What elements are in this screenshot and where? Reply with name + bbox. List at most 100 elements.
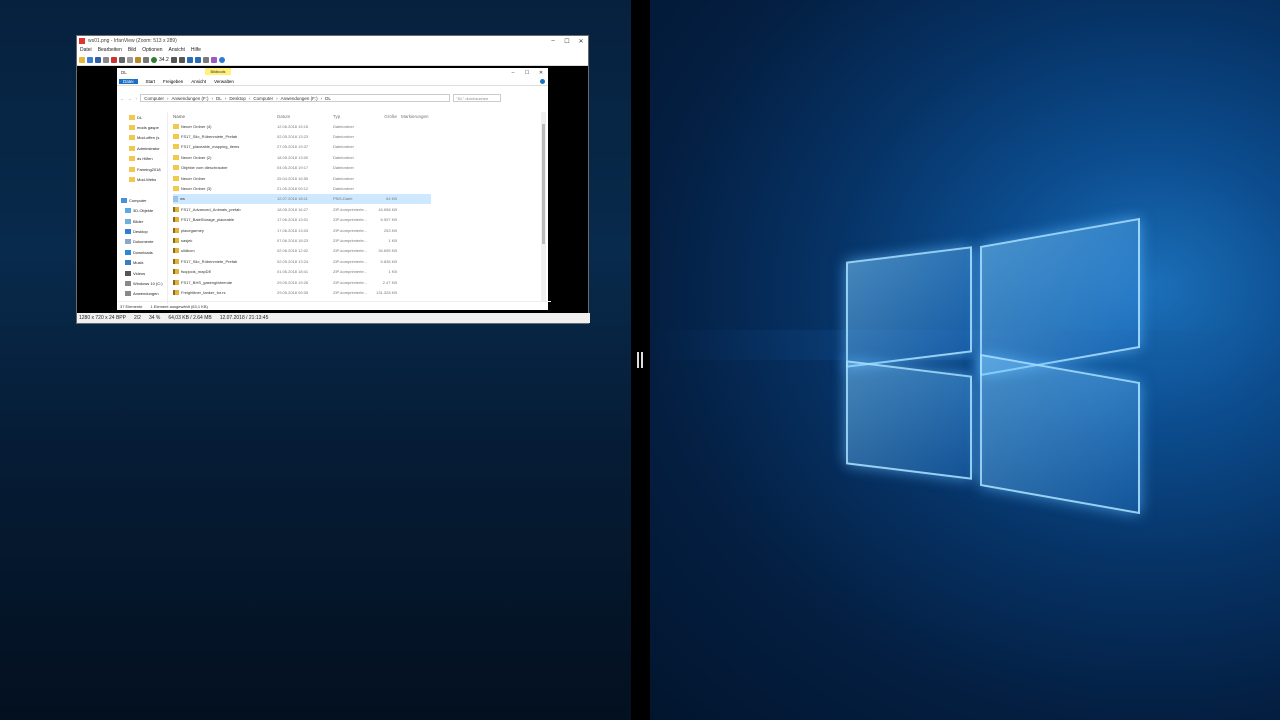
file-type: PNG-Datei [333,196,353,202]
file-name: ws [180,196,185,202]
nav-item: Downloads [117,247,167,257]
scrollbar-thumb [542,124,545,244]
minimize-button[interactable]: – [546,38,560,45]
nav-item-label: Adminstrator [137,145,160,151]
file-name-cell: FS17_BHS_gasengfahrende [173,279,277,285]
folder-icon [129,135,135,141]
file-type: ZIP-komprimierte... [333,248,368,254]
file-name: Neuer Ordner (2) [181,154,212,160]
search-box: "DL" durchsuchen [453,94,502,102]
effects-icon[interactable] [210,56,217,63]
column-headers: Name Datum Typ Größe Markierungen [173,112,543,121]
menu-datei[interactable]: Datei [80,47,92,53]
folder-icon [129,125,135,131]
info-icon[interactable] [151,56,157,63]
zip-file-icon [173,227,179,233]
page-index: 2/2 [133,315,141,321]
help-icon [540,78,545,84]
image-canvas[interactable]: DL Bildtools – ☐ ✕ Datei Start Freigeben… [77,66,588,313]
file-name-cell: Neuer Ordner (2) [173,154,277,160]
file-type: Dateiordner [333,123,354,129]
nav-item-label: DL [137,114,143,120]
file-row: FS17_Advanced_Animals_prefab 18.05.2018 1… [173,204,543,214]
column-size: Größe [384,114,397,119]
nav-item: 3D-Objekte [117,206,167,216]
file-date: 18.05.2018 16:27 [277,206,309,212]
menu-ansicht[interactable]: Ansicht [169,47,185,53]
maximize-button[interactable]: ☐ [560,38,574,45]
menu-optionen[interactable]: Optionen [142,47,162,53]
zoom-value[interactable]: 34.2 [159,57,169,63]
print-icon[interactable] [103,56,109,63]
file-row: Neuer Ordner (3) 21.05.2018 09:12 Dateiord… [173,183,543,193]
previous-icon[interactable] [186,56,193,63]
file-date: 12.07.2018 18:11 [277,196,308,202]
menu-bearbeiten[interactable]: Bearbeiten [98,47,122,53]
zoom-in-icon[interactable] [170,56,177,63]
file-name: Neuer Ordner (4) [181,123,212,129]
file-date: 17.06.2018 13:03 [277,227,309,233]
file-row: sildbcm 02.06.2018 12:02 ZIP-komprimierte.… [173,246,543,256]
delete-icon[interactable] [111,56,117,63]
file-name: FS17_BHS_gasengfahrende [181,279,233,285]
nav-item-label: ds Hilfen [137,156,153,162]
undo-icon[interactable] [143,56,149,63]
file-name-cell: FS17_placeable_mapping_items [173,144,277,150]
nav-item: Mod-Webs [117,174,167,184]
path-segment: Anwendungen (F:) [280,95,318,101]
menu-bild[interactable]: Bild [128,47,136,53]
copy-icon[interactable] [127,56,133,63]
windows-logo-pane-bottom-left [846,360,972,480]
zip-file-icon [173,279,179,285]
folder-icon [173,154,179,160]
drive-icon [125,291,131,297]
file-type: ZIP-komprimierte... [333,206,368,212]
path-segment: Desktop [229,95,246,101]
file-name-cell: placegarmey [173,227,277,233]
nav-item: Windows 10 (C:) [117,278,167,288]
cube-icon [125,208,131,214]
open-icon[interactable] [79,56,85,63]
file-date: 04.05.2018 19:17 [277,165,309,171]
folder-icon [173,186,179,192]
nav-item-label: Farming2018 [137,166,161,172]
viewer-title-bar[interactable]: ws01.png - IrfanView (Zoom: 513 x 289) –… [77,36,588,46]
folder-icon [173,165,179,171]
nav-item: Mod-offen (s [117,133,167,143]
nav-item: Dokumente [117,237,167,247]
file-name-cell: Objekte vom dieschrauber [173,165,277,171]
slideshow-icon[interactable] [87,56,93,63]
nav-item: Musik [117,257,167,267]
file-type: Dateiordner [333,134,354,140]
file-name-cell: Neuer Ordner [173,175,277,181]
nav-item: DL [117,112,167,122]
irfanview-icon [79,38,85,44]
cut-icon[interactable] [119,56,125,63]
zoom-level: 34 % [148,315,161,321]
menu-hilfe[interactable]: Hilfe [191,47,201,53]
rotate-icon[interactable] [202,56,209,63]
nav-item: mods gaspe [117,122,167,132]
image-viewer-window[interactable]: ws01.png - IrfanView (Zoom: 513 x 289) –… [76,35,590,324]
folder-icon [129,114,135,120]
save-icon[interactable] [95,56,101,63]
zip-file-icon [173,248,179,254]
help-icon[interactable] [218,56,225,63]
zoom-out-icon[interactable] [178,56,185,63]
folder-icon [173,134,179,140]
file-size: 131.328 KB [376,289,397,295]
paste-icon[interactable] [135,56,141,63]
file-name-cell: Neuer Ordner (3) [173,186,277,192]
file-row: sasjek 07.06.2018 18:23 ZIP-komprimierte..… [173,235,543,245]
nav-item: Videos [117,268,167,278]
folder-icon [129,145,135,151]
next-icon[interactable] [194,56,201,63]
zip-file-icon [173,258,179,264]
snap-divider-handle[interactable] [637,352,643,368]
file-type: ZIP-komprimierte... [333,269,368,275]
file-row: FS17_BaleStorage_placeable 17.06.2018 13:… [173,215,543,225]
close-button[interactable]: ✕ [574,38,588,45]
file-size: 16.658 KB [378,206,397,212]
file-name-cell: FS17_BaleStorage_placeable [173,217,277,223]
nav-item: Anwendungen [117,289,167,299]
